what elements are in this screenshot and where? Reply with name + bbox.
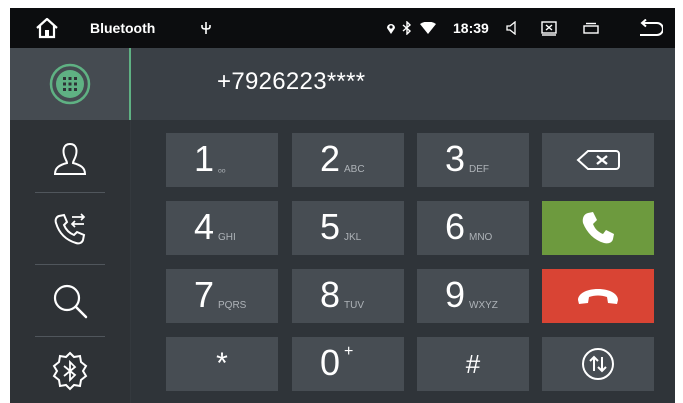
recent-apps-icon[interactable]: [580, 8, 602, 48]
key-7[interactable]: 7 PQRS: [166, 269, 278, 323]
key-9[interactable]: 9 WXYZ: [417, 269, 529, 323]
location-icon: [384, 8, 398, 48]
hangup-icon: [578, 289, 618, 304]
key-letters: JKL: [344, 232, 362, 243]
key-digit: 2: [320, 138, 341, 179]
key-6[interactable]: 6 MNO: [417, 201, 529, 255]
backspace-button[interactable]: [542, 133, 654, 187]
bluetooth-icon: [400, 8, 414, 48]
key-3[interactable]: 3 DEF: [417, 133, 529, 187]
sidebar-divider: [35, 192, 105, 193]
transfer-audio-icon: [582, 348, 614, 380]
keypad: 1 ₒₒ 2 ABC 3 DEF 4 GHI 5 JKL 6 MNO 7 PQR…: [131, 120, 675, 403]
key-letters: GHI: [218, 232, 236, 243]
key-8[interactable]: 8 TUV: [292, 269, 404, 323]
key-digit: 7: [194, 274, 215, 315]
call-button[interactable]: [542, 201, 654, 255]
key-digit: 1: [194, 138, 215, 179]
bluetooth-settings-icon: [52, 351, 88, 390]
screen: Bluetooth 18:39 +7926223**** 1 ₒₒ 2 ABC …: [10, 8, 675, 403]
sidebar-divider: [35, 336, 105, 337]
wifi-icon: [418, 8, 438, 48]
key-letters: MNO: [469, 232, 493, 243]
sidebar-item-call-log[interactable]: [10, 194, 130, 264]
status-bar: Bluetooth 18:39: [10, 8, 675, 48]
sidebar-item-contacts[interactable]: [10, 124, 130, 194]
voicemail-icon: ₒₒ: [218, 164, 226, 175]
key-digit: 8: [320, 274, 341, 315]
home-icon[interactable]: [28, 8, 66, 48]
key-digit: 5: [320, 206, 341, 247]
key-0[interactable]: 0 +: [292, 337, 404, 391]
app-title: Bluetooth: [90, 20, 156, 36]
sidebar-item-dialpad[interactable]: [10, 48, 130, 120]
key-star[interactable]: *: [166, 337, 278, 391]
contacts-icon: [53, 142, 87, 175]
search-icon: [53, 284, 88, 319]
key-digit: 6: [445, 206, 466, 247]
key-digit: 4: [194, 206, 215, 247]
dialpad-icon: [49, 63, 91, 105]
key-digit: 9: [445, 274, 466, 315]
key-letters: PQRS: [218, 300, 247, 311]
usb-icon: [198, 8, 214, 48]
key-digit: #: [465, 348, 481, 379]
hangup-button[interactable]: [542, 269, 654, 323]
dialed-number: +7926223****: [217, 68, 366, 95]
key-letters: ABC: [344, 164, 365, 175]
close-window-icon[interactable]: [538, 8, 560, 48]
call-icon: [582, 212, 614, 244]
transfer-audio-button[interactable]: [542, 337, 654, 391]
back-icon[interactable]: [635, 8, 665, 48]
backspace-icon: [576, 150, 620, 170]
sidebar-item-search[interactable]: [10, 266, 130, 336]
key-digit: 3: [445, 138, 466, 179]
sidebar-divider: [35, 264, 105, 265]
number-display[interactable]: +7926223****: [131, 48, 675, 120]
key-digit: 0: [320, 342, 341, 383]
sidebar: [10, 48, 130, 403]
key-digit: *: [216, 347, 228, 380]
volume-icon[interactable]: [502, 8, 522, 48]
key-plus: +: [344, 343, 354, 360]
sidebar-item-bluetooth-settings[interactable]: [10, 338, 130, 403]
key-4[interactable]: 4 GHI: [166, 201, 278, 255]
status-time: 18:39: [453, 20, 489, 36]
call-log-icon: [54, 213, 86, 245]
key-1[interactable]: 1 ₒₒ: [166, 133, 278, 187]
key-2[interactable]: 2 ABC: [292, 133, 404, 187]
key-letters: WXYZ: [469, 300, 498, 311]
key-letters: TUV: [344, 300, 364, 311]
key-letters: DEF: [469, 164, 489, 175]
key-5[interactable]: 5 JKL: [292, 201, 404, 255]
key-hash[interactable]: #: [417, 337, 529, 391]
